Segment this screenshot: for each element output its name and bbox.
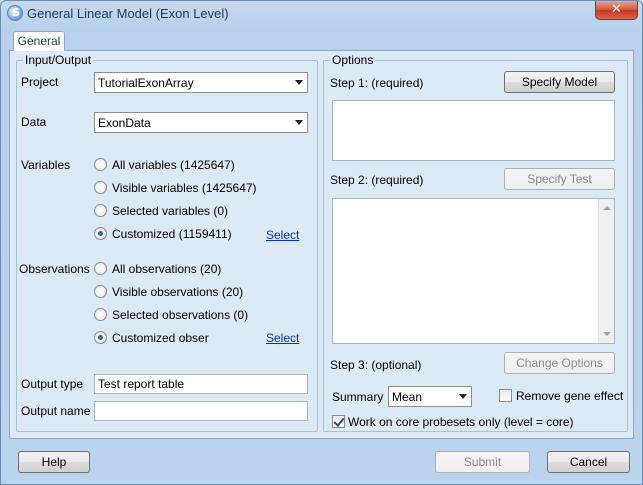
options-group: Options Step 1: (required) Specify Model… <box>323 53 628 432</box>
remove-gene-effect-checkbox[interactable] <box>499 389 512 402</box>
close-button[interactable]: ✕ <box>595 1 638 20</box>
project-select-value: TutorialExonArray <box>98 76 194 90</box>
radio-customized-variables[interactable] <box>94 227 107 240</box>
title-bar: General Linear Model (Exon Level) ✕ <box>1 1 642 27</box>
core-probesets-label: Work on core probesets only (level = cor… <box>348 415 574 429</box>
radio-selected-variables[interactable] <box>94 204 107 217</box>
radio-selected-observations[interactable] <box>94 308 107 321</box>
window-title: General Linear Model (Exon Level) <box>27 6 229 21</box>
radio-label: Customized (1159411) <box>112 227 232 241</box>
chevron-down-icon <box>459 394 467 399</box>
radio-all-observations[interactable] <box>94 262 107 275</box>
general-panel: Input/Output Project TutorialExonArray D… <box>9 50 634 439</box>
data-select-value: ExonData <box>98 116 151 130</box>
cancel-button[interactable]: Cancel <box>547 451 630 473</box>
step1-label: Step 1: (required) <box>330 76 424 90</box>
output-type-label: Output type <box>21 377 84 391</box>
radio-label: Visible variables (1425647) <box>112 181 257 195</box>
input-output-group: Input/Output Project TutorialExonArray D… <box>16 53 318 432</box>
test-box <box>332 198 615 344</box>
dialog-window: General Linear Model (Exon Level) ✕ Gene… <box>0 0 643 485</box>
core-probesets-checkbox[interactable] <box>332 415 345 428</box>
submit-button[interactable]: Submit <box>435 451 530 473</box>
radio-label: Selected observations (0) <box>112 308 249 322</box>
model-box <box>332 100 615 161</box>
summary-select[interactable]: Mean <box>388 386 472 407</box>
scroll-down-icon[interactable] <box>603 332 611 336</box>
help-button[interactable]: Help <box>18 451 90 473</box>
step2-label: Step 2: (required) <box>330 173 424 187</box>
project-select[interactable]: TutorialExonArray <box>94 72 308 93</box>
summary-label: Summary <box>332 390 384 404</box>
chevron-down-icon <box>295 80 303 85</box>
project-label: Project <box>21 75 59 89</box>
step3-label: Step 3: (optional) <box>330 358 422 372</box>
variables-label: Variables <box>21 158 71 172</box>
specify-model-button[interactable]: Specify Model <box>504 71 615 93</box>
scroll-up-icon[interactable] <box>603 206 611 210</box>
radio-customized-observations[interactable] <box>94 331 107 344</box>
radio-label: All observations (20) <box>112 262 222 276</box>
radio-all-variables[interactable] <box>94 158 107 171</box>
specify-test-button[interactable]: Specify Test <box>504 168 615 190</box>
options-legend: Options <box>330 53 376 67</box>
radio-label: Selected variables (0) <box>112 204 229 218</box>
radio-visible-observations[interactable] <box>94 285 107 298</box>
data-select[interactable]: ExonData <box>94 112 308 133</box>
tab-general[interactable]: General <box>13 31 65 51</box>
app-logo-icon <box>7 5 23 21</box>
select-observations-link[interactable]: Select <box>266 331 299 345</box>
radio-label: Customized obser <box>112 331 209 345</box>
output-name-label: Output name <box>21 404 91 418</box>
radio-label: Visible observations (20) <box>112 285 244 299</box>
output-name-field[interactable] <box>94 401 308 421</box>
output-type-field[interactable]: Test report table <box>94 374 308 394</box>
summary-select-value: Mean <box>392 390 423 404</box>
radio-label: All variables (1425647) <box>112 158 235 172</box>
observations-label: Observations <box>19 262 90 276</box>
test-box-scrollbar[interactable] <box>598 199 614 343</box>
data-label: Data <box>21 115 47 129</box>
chevron-down-icon <box>295 120 303 125</box>
change-options-button[interactable]: Change Options <box>504 352 615 374</box>
input-output-legend: Input/Output <box>23 53 94 67</box>
radio-visible-variables[interactable] <box>94 181 107 194</box>
remove-gene-effect-label: Remove gene effect <box>516 389 624 403</box>
select-variables-link[interactable]: Select <box>266 228 299 242</box>
